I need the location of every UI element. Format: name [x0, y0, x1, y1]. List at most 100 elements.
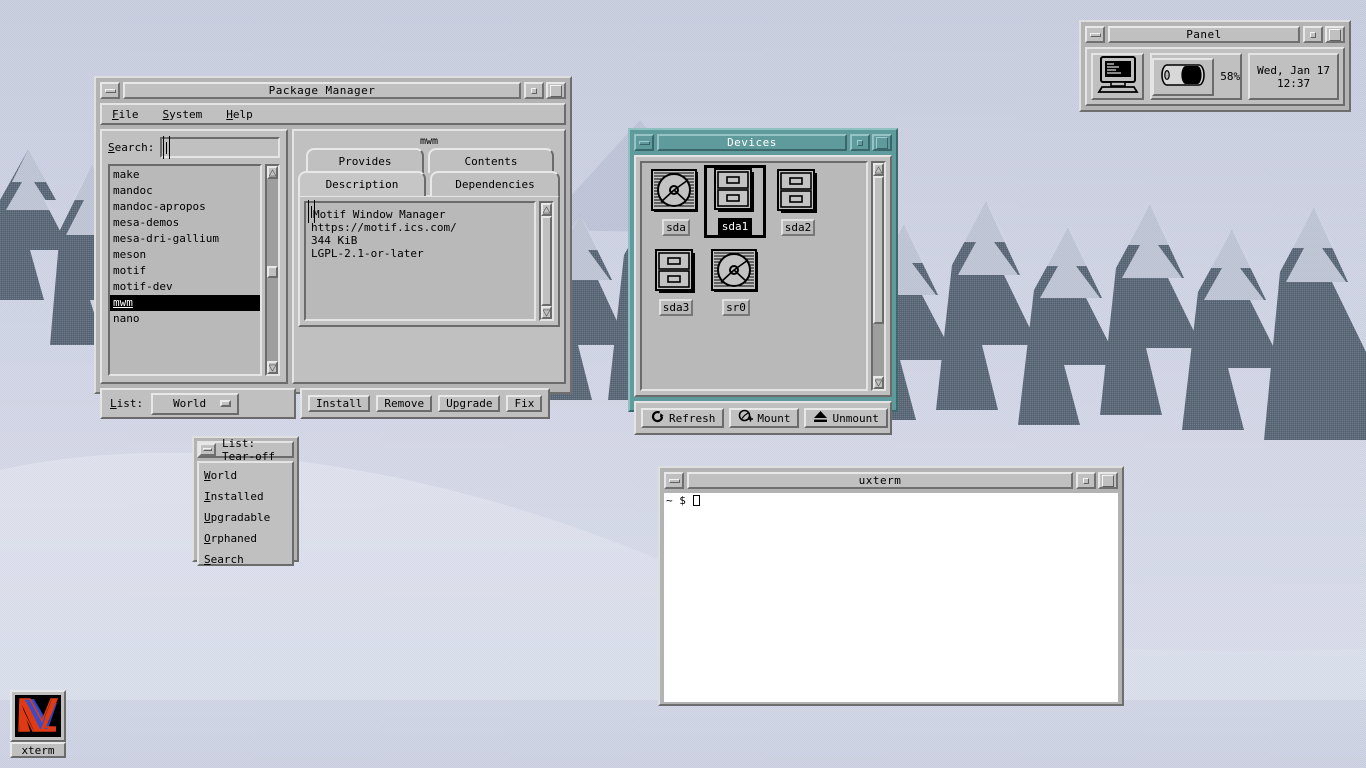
list-item[interactable]: meson	[110, 247, 260, 263]
minimize-button[interactable]	[1085, 26, 1105, 43]
package-manager-titlebar[interactable]: Package Manager	[100, 82, 566, 99]
scroll-trough[interactable]	[267, 179, 278, 361]
battery-icon	[1159, 62, 1207, 91]
list-item[interactable]: make	[110, 167, 260, 183]
list-item[interactable]: motif-dev	[110, 279, 260, 295]
list-item[interactable]: mesa-dri-gallium	[110, 231, 260, 247]
tab-description[interactable]: Description	[298, 171, 426, 196]
scroll-down-arrow[interactable]	[267, 361, 278, 374]
terminal-launcher-button[interactable]	[1091, 53, 1145, 100]
device-sda2[interactable]: sda2	[770, 169, 826, 236]
menu-item-world[interactable]: World	[199, 465, 292, 486]
scroll-up-arrow[interactable]	[541, 203, 552, 216]
list-item-selected[interactable]: mwm	[110, 295, 260, 311]
menu-help[interactable]: Help	[226, 108, 253, 121]
list-filter-option-menu[interactable]: World	[151, 392, 240, 415]
maximize-button[interactable]	[1325, 26, 1345, 43]
uxterm-window[interactable]: uxterm ~ $	[658, 466, 1124, 706]
menu-item-upgradable[interactable]: Upgradable	[199, 507, 292, 528]
description-scrollbar[interactable]	[539, 201, 554, 321]
maximize-button[interactable]	[872, 134, 892, 151]
tearoff-titlebar[interactable]: List: Tear-off	[197, 437, 294, 463]
list-filter-value: World	[173, 397, 207, 410]
desktop-icon-xterm[interactable]: xterm	[10, 690, 66, 758]
uxterm-titlebar[interactable]: uxterm	[664, 472, 1118, 489]
list-item[interactable]: motif	[110, 263, 260, 279]
x-logo-icon[interactable]	[10, 690, 66, 742]
menu-system[interactable]: System	[163, 108, 203, 121]
window-title: Devices	[657, 134, 847, 151]
restore-button[interactable]	[850, 134, 870, 151]
tab-provides[interactable]: Provides	[306, 148, 424, 173]
notebook-tabrow-top[interactable]: Provides Contents	[298, 148, 560, 173]
scroll-trough[interactable]	[541, 216, 552, 306]
refresh-button[interactable]: Refresh	[641, 408, 725, 428]
panel-window[interactable]: Panel 58% Wed, Jan 17 12:37	[1079, 20, 1351, 112]
search-label: Search:	[108, 141, 155, 154]
maximize-icon	[550, 84, 562, 97]
scroll-thumb[interactable]	[873, 176, 884, 324]
install-button[interactable]: Install	[308, 395, 371, 412]
package-list-scrollbar[interactable]	[265, 164, 280, 376]
notebook: Provides Contents Description Dependenci…	[298, 148, 560, 378]
scroll-up-arrow[interactable]	[873, 163, 884, 176]
panel-titlebar[interactable]: Panel	[1085, 26, 1345, 43]
minimize-button[interactable]	[664, 472, 684, 489]
minimize-button[interactable]	[634, 134, 654, 151]
notebook-tabrow-bottom[interactable]: Description Dependencies	[298, 171, 560, 196]
fix-button[interactable]: Fix	[506, 395, 543, 412]
tab-dependencies[interactable]: Dependencies	[430, 171, 560, 196]
minimize-button[interactable]	[199, 443, 216, 456]
terminal-screen[interactable]: ~ $	[664, 493, 1118, 702]
minimize-icon	[203, 448, 212, 451]
menu-item-installed[interactable]: Installed	[199, 486, 292, 507]
unmount-button[interactable]: Unmount	[804, 408, 888, 428]
maximize-button[interactable]	[1098, 472, 1118, 489]
package-list[interactable]: make mandoc mandoc-apropos mesa-demos me…	[108, 164, 262, 376]
description-text[interactable]: Motif Window Manager https://motif.ics.c…	[304, 201, 536, 321]
menu-item-orphaned[interactable]: Orphaned	[199, 528, 292, 549]
device-sda3[interactable]: sda3	[648, 249, 704, 316]
restore-button[interactable]	[1076, 472, 1096, 489]
devices-titlebar[interactable]: Devices	[634, 134, 892, 151]
restore-button[interactable]	[524, 82, 544, 99]
tearoff-menu-items[interactable]: World Installed Upgradable Orphaned Sear…	[197, 461, 294, 566]
scroll-thumb[interactable]	[267, 266, 278, 279]
list-item[interactable]: mesa-demos	[110, 215, 260, 231]
tearoff-menu-window[interactable]: List: Tear-off World Installed Upgradabl…	[192, 436, 299, 566]
scroll-trough[interactable]	[873, 176, 884, 376]
scroll-up-arrow[interactable]	[267, 166, 278, 179]
scroll-thumb[interactable]	[541, 216, 552, 306]
devices-window[interactable]: Devices sda sda1 sda2 sda3 sr0 Refresh M…	[628, 128, 898, 435]
menu-item-search[interactable]: Search	[199, 549, 292, 570]
device-sr0[interactable]: sr0	[708, 249, 764, 316]
list-item[interactable]: mandoc-apropos	[110, 199, 260, 215]
search-input[interactable]	[160, 137, 280, 158]
device-sda1[interactable]: sda1	[704, 165, 766, 238]
package-manager-window[interactable]: Package Manager File System Help Search:…	[94, 76, 572, 419]
device-sda[interactable]: sda	[648, 169, 704, 236]
device-label: sda3	[658, 299, 694, 316]
mount-button[interactable]: Mount	[729, 408, 800, 428]
devices-scrollbar[interactable]	[871, 161, 886, 391]
restore-button[interactable]	[1303, 26, 1323, 43]
clock-widget[interactable]: Wed, Jan 17 12:37	[1248, 53, 1339, 100]
remove-button[interactable]: Remove	[376, 395, 433, 412]
minimize-button[interactable]	[100, 82, 120, 99]
terminal-cursor	[692, 495, 700, 506]
description-line: Motif Window Manager	[311, 206, 446, 221]
list-item[interactable]: mandoc	[110, 183, 260, 199]
device-icon-canvas[interactable]: sda sda1 sda2 sda3 sr0	[640, 161, 868, 391]
window-title: Panel	[1108, 26, 1300, 43]
menu-bar[interactable]: File System Help	[100, 103, 566, 125]
tab-contents[interactable]: Contents	[428, 148, 554, 173]
maximize-button[interactable]	[546, 82, 566, 99]
list-item[interactable]: nano	[110, 311, 260, 327]
scroll-down-arrow[interactable]	[541, 306, 552, 319]
upgrade-button[interactable]: Upgrade	[438, 395, 501, 412]
package-action-bar: Install Remove Upgrade Fix	[300, 388, 551, 419]
menu-file[interactable]: File	[112, 108, 139, 121]
scroll-down-arrow[interactable]	[873, 376, 884, 389]
battery-widget[interactable]: 58%	[1150, 53, 1243, 100]
device-label: sr0	[722, 299, 750, 316]
